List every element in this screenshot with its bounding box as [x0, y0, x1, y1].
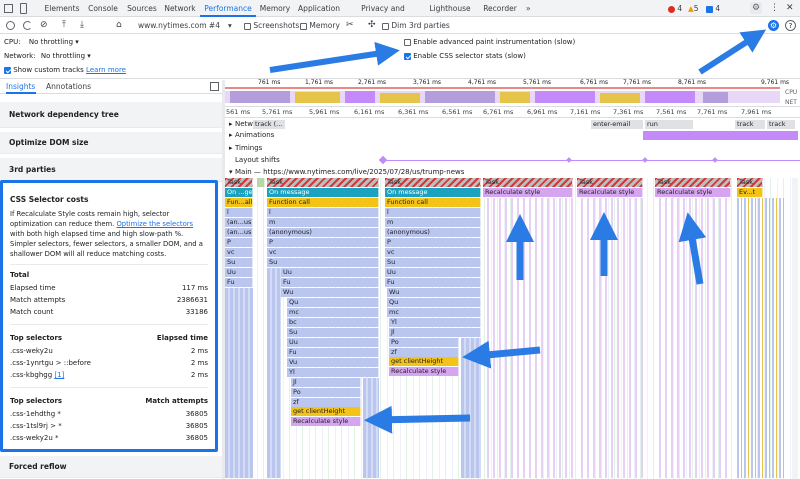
annotation-arrows — [269, 29, 767, 434]
arrow-to-settings — [698, 29, 767, 75]
arrow-to-recalc-3 — [462, 340, 541, 369]
arrow-to-recalc-6 — [678, 212, 707, 285]
arrow-to-recalc-2 — [364, 405, 471, 434]
arrow-to-css-stats — [269, 41, 400, 73]
